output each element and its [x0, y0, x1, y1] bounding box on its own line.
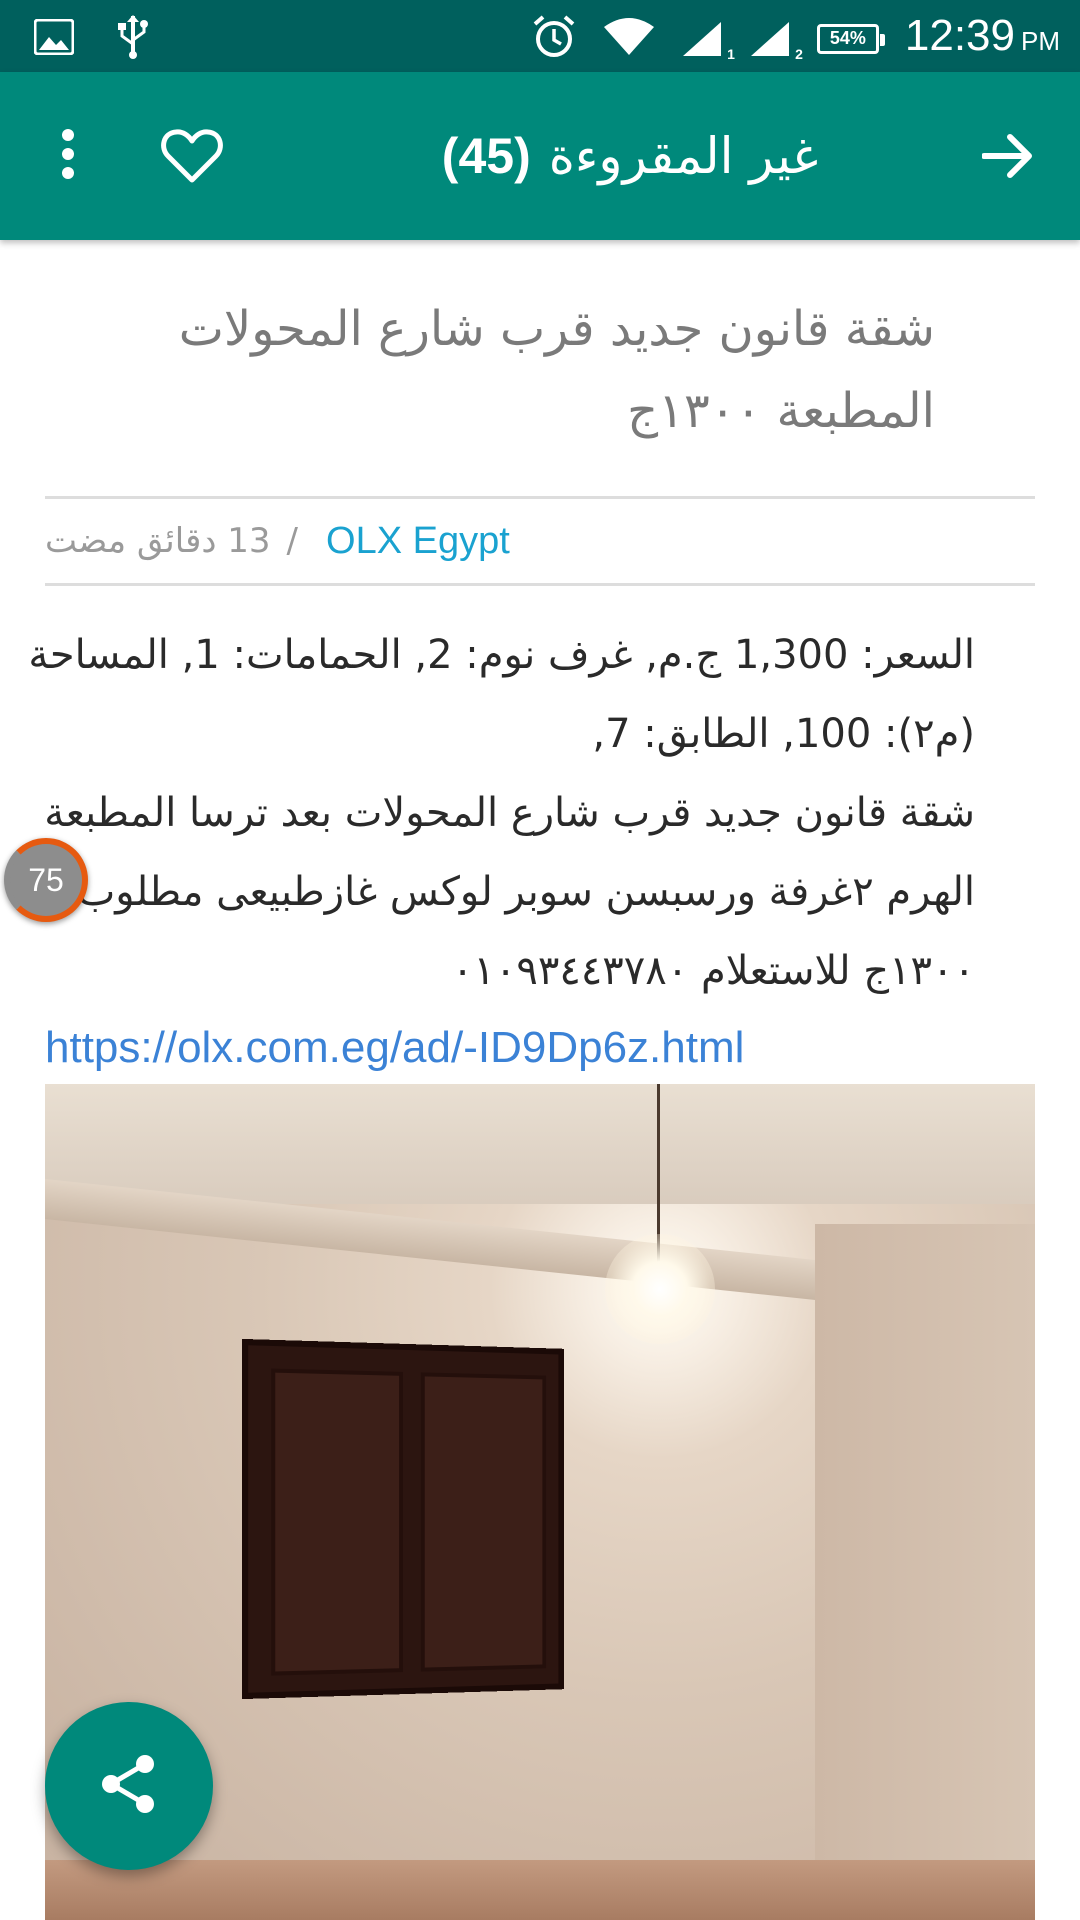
alarm-icon [531, 14, 577, 64]
post-link[interactable]: https://olx.com.eg/ad/-ID9Dp6z.html [45, 1013, 1035, 1083]
floating-bubble[interactable]: 75 [4, 838, 88, 922]
post-description: السعر: 1,300 ج.م, غرف نوم: 2, الحمامات: … [28, 616, 1035, 1011]
back-button[interactable] [966, 116, 1050, 200]
description-line: السعر: 1,300 ج.م, غرف نوم: 2, الحمامات: … [28, 632, 975, 678]
image-icon [33, 18, 75, 59]
photo-window [241, 1338, 564, 1700]
post-content: شقة قانون جديد قرب شارع المحولات المطبعة… [28, 240, 1035, 1083]
clock-time: 12:39 [904, 11, 1015, 60]
share-button[interactable] [45, 1702, 213, 1870]
divider [45, 583, 1035, 586]
wifi-icon [603, 17, 655, 61]
photo-wall [815, 1224, 1035, 1920]
app-bar: غير المقروءة (45) [0, 72, 1080, 240]
description-line: ١٣٠٠ج للاستعلام ٠١٠٩٣٤٤٣٧٨٠ [451, 948, 975, 994]
separator: / [286, 521, 299, 561]
battery-icon: 54% [816, 23, 885, 54]
page-title: غير المقروءة (45) [330, 120, 930, 192]
sim1-label: 1 [727, 45, 735, 62]
description-line: شقة قانون جديد قرب شارع المحولات بعد ترس… [44, 790, 975, 836]
battery-level: 54% [829, 28, 866, 48]
favorite-button[interactable] [150, 116, 234, 200]
usb-icon [116, 14, 150, 64]
photo-floor [45, 1860, 1035, 1920]
time-ago-text: 13 دقائق مضت [45, 521, 271, 561]
share-icon [97, 1752, 161, 1820]
description-line: الهرم ٢غرفة ورسبسن سوبر لوكس غازطبيعى مط… [77, 869, 975, 915]
more-options-button[interactable] [40, 120, 96, 192]
signal-icon: 2 [749, 20, 803, 62]
arrow-forward-icon [981, 132, 1034, 184]
sim2-label: 2 [795, 45, 803, 62]
unread-count: (45) [441, 128, 531, 184]
bubble-value: 75 [28, 861, 64, 898]
status-bar: 1 2 54% 12:39 PM [0, 0, 1080, 72]
post-title: شقة قانون جديد قرب شارع المحولات المطبعة… [178, 301, 935, 439]
clock: 12:39 PM [905, 10, 1060, 67]
signal-icon: 1 [681, 20, 735, 62]
description-line: (م٢): 100, الطابق: 7, [592, 711, 975, 757]
post-time: / 13 دقائق مضت [45, 521, 298, 561]
heart-icon [161, 128, 223, 188]
window-pane [271, 1368, 404, 1676]
post-source-link[interactable]: OLX Egypt [326, 520, 510, 563]
photo-bulb [605, 1234, 715, 1344]
more-vert-icon [60, 128, 76, 184]
photo-ceiling [45, 1084, 1035, 1204]
clock-ampm: PM [1021, 26, 1060, 56]
post-meta: / 13 دقائق مضت OLX Egypt [45, 499, 1035, 583]
page-title-text: غير المقروءة [548, 127, 819, 185]
window-pane [420, 1372, 547, 1672]
